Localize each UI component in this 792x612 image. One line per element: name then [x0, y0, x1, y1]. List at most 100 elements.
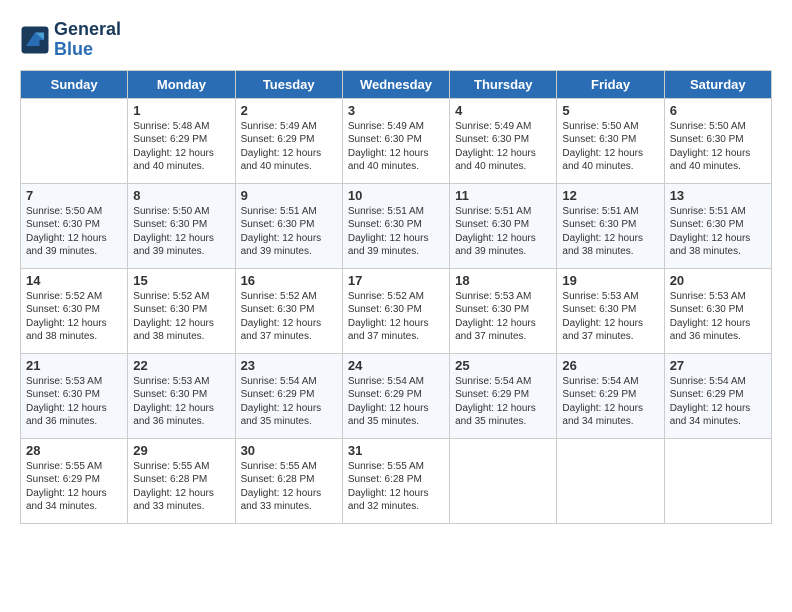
day-header-friday: Friday — [557, 70, 664, 98]
calendar-cell: 27 Sunrise: 5:54 AM Sunset: 6:29 PM Dayli… — [664, 353, 771, 438]
calendar-cell: 12 Sunrise: 5:51 AM Sunset: 6:30 PM Dayli… — [557, 183, 664, 268]
cell-content: Sunrise: 5:50 AM Sunset: 6:30 PM Dayligh… — [133, 205, 229, 259]
calendar-cell: 4 Sunrise: 5:49 AM Sunset: 6:30 PM Daylig… — [450, 98, 557, 183]
calendar-cell: 21 Sunrise: 5:53 AM Sunset: 6:30 PM Dayli… — [21, 353, 128, 438]
cell-content: Sunrise: 5:54 AM Sunset: 6:29 PM Dayligh… — [562, 375, 658, 429]
day-number: 29 — [133, 443, 229, 458]
cell-content: Sunrise: 5:48 AM Sunset: 6:29 PM Dayligh… — [133, 120, 229, 174]
calendar-cell: 18 Sunrise: 5:53 AM Sunset: 6:30 PM Dayli… — [450, 268, 557, 353]
cell-content: Sunrise: 5:55 AM Sunset: 6:28 PM Dayligh… — [348, 460, 444, 514]
day-number: 28 — [26, 443, 122, 458]
calendar-body: 1 Sunrise: 5:48 AM Sunset: 6:29 PM Daylig… — [21, 98, 772, 523]
day-number: 27 — [670, 358, 766, 373]
cell-content: Sunrise: 5:52 AM Sunset: 6:30 PM Dayligh… — [133, 290, 229, 344]
calendar-cell: 13 Sunrise: 5:51 AM Sunset: 6:30 PM Dayli… — [664, 183, 771, 268]
cell-content: Sunrise: 5:53 AM Sunset: 6:30 PM Dayligh… — [455, 290, 551, 344]
day-header-saturday: Saturday — [664, 70, 771, 98]
cell-content: Sunrise: 5:51 AM Sunset: 6:30 PM Dayligh… — [241, 205, 337, 259]
day-header-sunday: Sunday — [21, 70, 128, 98]
cell-content: Sunrise: 5:54 AM Sunset: 6:29 PM Dayligh… — [241, 375, 337, 429]
cell-content: Sunrise: 5:49 AM Sunset: 6:30 PM Dayligh… — [348, 120, 444, 174]
day-header-wednesday: Wednesday — [342, 70, 449, 98]
day-number: 9 — [241, 188, 337, 203]
calendar-table: SundayMondayTuesdayWednesdayThursdayFrid… — [20, 70, 772, 524]
day-number: 15 — [133, 273, 229, 288]
day-number: 22 — [133, 358, 229, 373]
day-header-thursday: Thursday — [450, 70, 557, 98]
day-number: 6 — [670, 103, 766, 118]
cell-content: Sunrise: 5:54 AM Sunset: 6:29 PM Dayligh… — [348, 375, 444, 429]
calendar-cell: 7 Sunrise: 5:50 AM Sunset: 6:30 PM Daylig… — [21, 183, 128, 268]
calendar-header: SundayMondayTuesdayWednesdayThursdayFrid… — [21, 70, 772, 98]
cell-content: Sunrise: 5:50 AM Sunset: 6:30 PM Dayligh… — [562, 120, 658, 174]
calendar-cell: 31Sunrise: 5:55 AM Sunset: 6:28 PM Dayli… — [342, 438, 449, 523]
day-number: 3 — [348, 103, 444, 118]
day-number: 24 — [348, 358, 444, 373]
day-number: 14 — [26, 273, 122, 288]
logo-icon — [20, 25, 50, 55]
calendar-cell — [664, 438, 771, 523]
calendar-cell — [557, 438, 664, 523]
day-number: 26 — [562, 358, 658, 373]
cell-content: Sunrise: 5:54 AM Sunset: 6:29 PM Dayligh… — [670, 375, 766, 429]
cell-content: Sunrise: 5:53 AM Sunset: 6:30 PM Dayligh… — [562, 290, 658, 344]
calendar-cell: 22 Sunrise: 5:53 AM Sunset: 6:30 PM Dayli… — [128, 353, 235, 438]
day-number: 2 — [241, 103, 337, 118]
cell-content: Sunrise: 5:55 AM Sunset: 6:28 PM Dayligh… — [133, 460, 229, 514]
calendar-cell: 23 Sunrise: 5:54 AM Sunset: 6:29 PM Dayli… — [235, 353, 342, 438]
day-number: 23 — [241, 358, 337, 373]
calendar-cell: 26 Sunrise: 5:54 AM Sunset: 6:29 PM Dayli… — [557, 353, 664, 438]
cell-content: Sunrise: 5:53 AM Sunset: 6:30 PM Dayligh… — [26, 375, 122, 429]
day-number: 1 — [133, 103, 229, 118]
cell-content: Sunrise: 5:52 AM Sunset: 6:30 PM Dayligh… — [241, 290, 337, 344]
cell-content: Sunrise: 5:50 AM Sunset: 6:30 PM Dayligh… — [670, 120, 766, 174]
cell-content: Sunrise: 5:51 AM Sunset: 6:30 PM Dayligh… — [562, 205, 658, 259]
day-number: 10 — [348, 188, 444, 203]
calendar-cell: 8 Sunrise: 5:50 AM Sunset: 6:30 PM Daylig… — [128, 183, 235, 268]
day-number: 16 — [241, 273, 337, 288]
week-row-1: 1 Sunrise: 5:48 AM Sunset: 6:29 PM Daylig… — [21, 98, 772, 183]
calendar-cell: 29 Sunrise: 5:55 AM Sunset: 6:28 PM Dayli… — [128, 438, 235, 523]
day-number: 18 — [455, 273, 551, 288]
day-header-tuesday: Tuesday — [235, 70, 342, 98]
cell-content: Sunrise: 5:50 AM Sunset: 6:30 PM Dayligh… — [26, 205, 122, 259]
calendar-cell: 2 Sunrise: 5:49 AM Sunset: 6:29 PM Daylig… — [235, 98, 342, 183]
calendar-cell: 28 Sunrise: 5:55 AM Sunset: 6:29 PM Dayli… — [21, 438, 128, 523]
cell-content: Sunrise: 5:51 AM Sunset: 6:30 PM Dayligh… — [670, 205, 766, 259]
calendar-cell: 19 Sunrise: 5:53 AM Sunset: 6:30 PM Dayli… — [557, 268, 664, 353]
cell-content: Sunrise: 5:54 AM Sunset: 6:29 PM Dayligh… — [455, 375, 551, 429]
day-number: 17 — [348, 273, 444, 288]
day-number: 7 — [26, 188, 122, 203]
header-row: SundayMondayTuesdayWednesdayThursdayFrid… — [21, 70, 772, 98]
cell-content: Sunrise: 5:53 AM Sunset: 6:30 PM Dayligh… — [133, 375, 229, 429]
page-header: GeneralBlue — [20, 20, 772, 60]
day-number: 21 — [26, 358, 122, 373]
cell-content: Sunrise: 5:53 AM Sunset: 6:30 PM Dayligh… — [670, 290, 766, 344]
cell-content: Sunrise: 5:49 AM Sunset: 6:30 PM Dayligh… — [455, 120, 551, 174]
calendar-cell: 3 Sunrise: 5:49 AM Sunset: 6:30 PM Daylig… — [342, 98, 449, 183]
calendar-cell: 9 Sunrise: 5:51 AM Sunset: 6:30 PM Daylig… — [235, 183, 342, 268]
day-number: 25 — [455, 358, 551, 373]
day-number: 20 — [670, 273, 766, 288]
cell-content: Sunrise: 5:49 AM Sunset: 6:29 PM Dayligh… — [241, 120, 337, 174]
calendar-cell: 11Sunrise: 5:51 AM Sunset: 6:30 PM Dayli… — [450, 183, 557, 268]
logo: GeneralBlue — [20, 20, 121, 60]
week-row-5: 28 Sunrise: 5:55 AM Sunset: 6:29 PM Dayli… — [21, 438, 772, 523]
day-number: 8 — [133, 188, 229, 203]
cell-content: Sunrise: 5:51 AM Sunset: 6:30 PM Dayligh… — [455, 205, 551, 259]
day-number: 12 — [562, 188, 658, 203]
calendar-cell: 15 Sunrise: 5:52 AM Sunset: 6:30 PM Dayli… — [128, 268, 235, 353]
cell-content: Sunrise: 5:55 AM Sunset: 6:29 PM Dayligh… — [26, 460, 122, 514]
calendar-cell — [450, 438, 557, 523]
cell-content: Sunrise: 5:55 AM Sunset: 6:28 PM Dayligh… — [241, 460, 337, 514]
day-number: 4 — [455, 103, 551, 118]
week-row-3: 14 Sunrise: 5:52 AM Sunset: 6:30 PM Dayli… — [21, 268, 772, 353]
calendar-cell: 20 Sunrise: 5:53 AM Sunset: 6:30 PM Dayli… — [664, 268, 771, 353]
calendar-cell: 17 Sunrise: 5:52 AM Sunset: 6:30 PM Dayli… — [342, 268, 449, 353]
day-number: 19 — [562, 273, 658, 288]
calendar-cell: 1 Sunrise: 5:48 AM Sunset: 6:29 PM Daylig… — [128, 98, 235, 183]
cell-content: Sunrise: 5:52 AM Sunset: 6:30 PM Dayligh… — [348, 290, 444, 344]
day-number: 13 — [670, 188, 766, 203]
week-row-2: 7 Sunrise: 5:50 AM Sunset: 6:30 PM Daylig… — [21, 183, 772, 268]
day-number: 5 — [562, 103, 658, 118]
